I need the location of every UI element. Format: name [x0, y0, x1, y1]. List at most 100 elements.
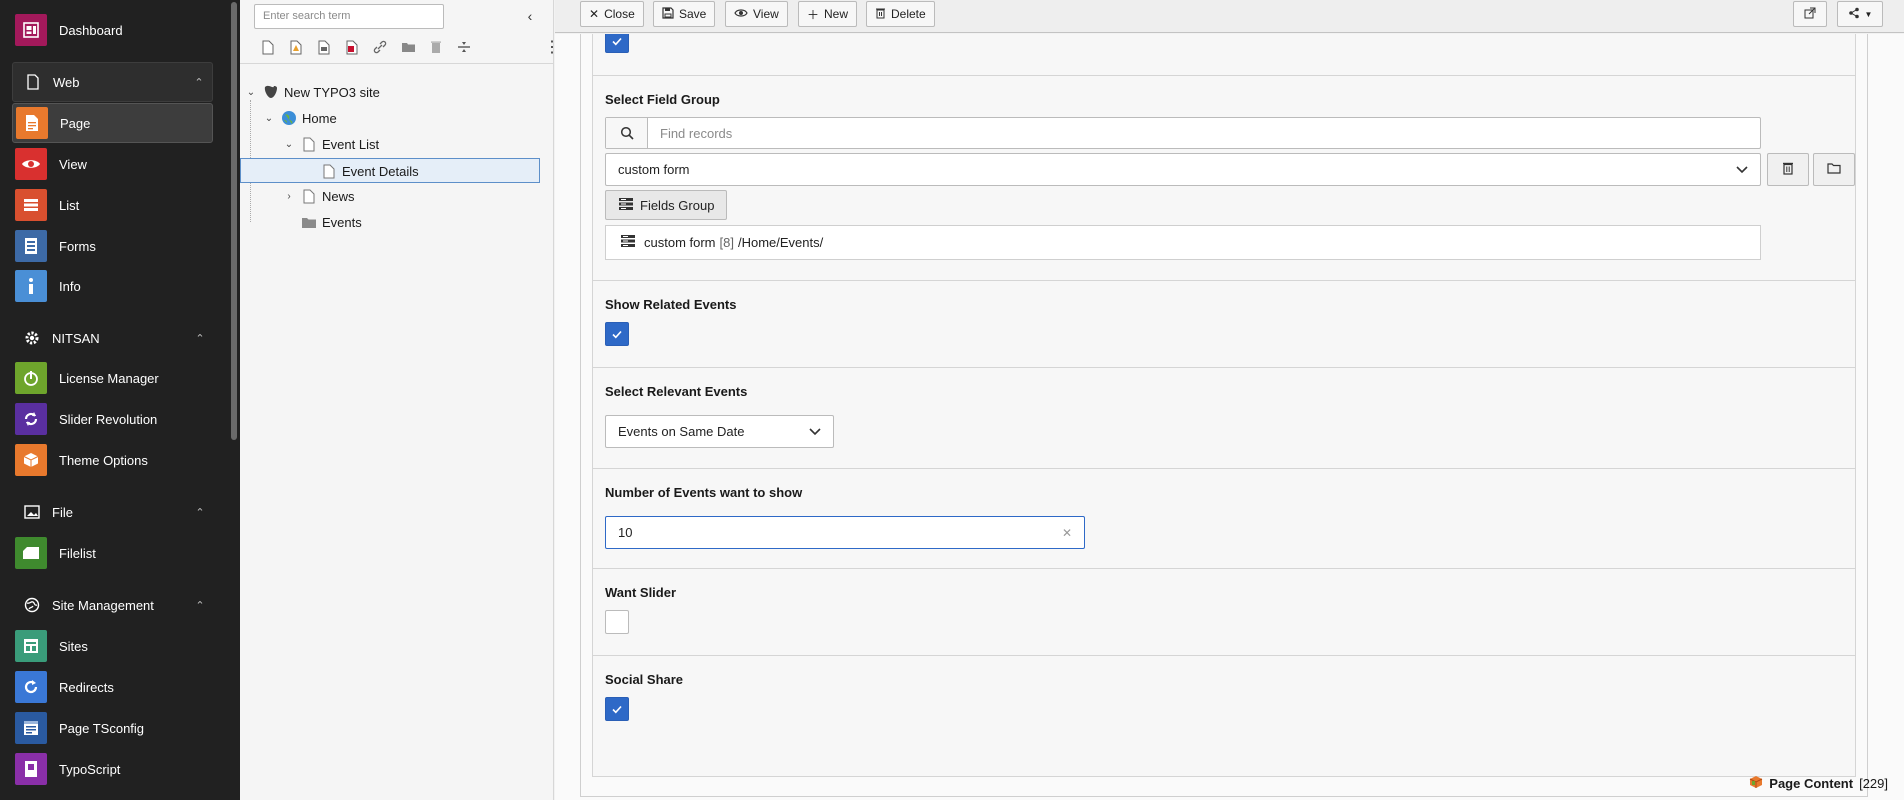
- chevron-down-icon: [1736, 162, 1748, 177]
- want-slider-checkbox[interactable]: [605, 610, 629, 634]
- want-slider-label: Want Slider: [605, 585, 677, 600]
- module-dashboard-label: Dashboard: [59, 22, 123, 38]
- fields-group-button-label: Fields Group: [640, 197, 715, 213]
- new-link-page-icon[interactable]: [338, 36, 366, 58]
- tree-node-event-list[interactable]: ⌄ Event List: [282, 133, 379, 155]
- module-slider-revolution[interactable]: Slider Revolution: [12, 399, 213, 439]
- tree-node-event-details[interactable]: Event Details: [316, 160, 419, 182]
- collapse-tree-icon[interactable]: ‹: [522, 8, 538, 24]
- module-group-web[interactable]: Web ⌃: [12, 62, 213, 102]
- module-info[interactable]: Info: [12, 266, 213, 306]
- find-records-field[interactable]: Find records: [605, 117, 1761, 149]
- tree-search-input[interactable]: Enter search term: [254, 4, 444, 29]
- chevron-down-icon[interactable]: ⌄: [244, 87, 258, 98]
- module-license-manager[interactable]: License Manager: [12, 358, 213, 398]
- tree-toolbar: ⋮: [254, 36, 560, 58]
- checkbox-checked[interactable]: [605, 34, 629, 53]
- module-menu-scrollbar[interactable]: [231, 2, 237, 440]
- module-license-manager-label: License Manager: [59, 370, 159, 386]
- fields-group-icon: [618, 197, 634, 214]
- clear-icon[interactable]: ✕: [1062, 526, 1072, 540]
- box-icon: [15, 444, 47, 476]
- tree-divider: [240, 63, 554, 64]
- page-icon: [300, 187, 318, 205]
- sites-icon: [15, 630, 47, 662]
- module-group-file[interactable]: File ⌃: [12, 492, 213, 532]
- tree-node-news[interactable]: › News: [282, 185, 355, 207]
- delete-button[interactable]: Delete: [866, 1, 935, 27]
- module-group-nitsan[interactable]: NITSAN ⌃: [12, 318, 213, 358]
- module-view[interactable]: View: [12, 144, 213, 184]
- module-redirects-label: Redirects: [59, 679, 114, 695]
- module-group-nitsan-label: NITSAN: [52, 330, 100, 346]
- page-tree-panel: Enter search term ‹ ⋮ ⌄ New TYPO3 site ⌄…: [240, 0, 560, 800]
- trash-icon[interactable]: [422, 36, 450, 58]
- gear-icon: [12, 330, 52, 346]
- tree-node-label: News: [322, 188, 355, 204]
- fields-group-button[interactable]: Fields Group: [605, 190, 728, 220]
- link-icon[interactable]: [366, 36, 394, 58]
- module-forms-label: Forms: [59, 238, 96, 254]
- social-share-section: [593, 655, 1855, 743]
- redirect-icon: [15, 671, 47, 703]
- tree-node-root[interactable]: ⌄ New TYPO3 site: [244, 81, 380, 103]
- view-button-label: View: [753, 7, 779, 21]
- delete-selection-button[interactable]: [1767, 153, 1809, 186]
- module-page-tsconfig[interactable]: Page TSconfig: [12, 708, 213, 748]
- show-related-label: Show Related Events: [605, 297, 737, 312]
- module-dashboard[interactable]: Dashboard: [12, 10, 213, 50]
- new-button[interactable]: ＋ New: [798, 1, 858, 27]
- social-share-label: Social Share: [605, 672, 684, 687]
- globe-icon: [12, 597, 52, 613]
- check-icon: [612, 330, 622, 339]
- tree-node-label: Event List: [322, 136, 380, 152]
- module-list[interactable]: List: [12, 185, 213, 225]
- filelist-icon: [15, 537, 47, 569]
- chevron-down-icon[interactable]: ⌄: [262, 113, 276, 124]
- module-page[interactable]: Page: [12, 103, 213, 143]
- chevron-up-icon: ⌃: [195, 506, 205, 519]
- view-button[interactable]: View: [725, 1, 788, 27]
- page-module-icon: [16, 107, 48, 139]
- new-mountpoint-icon[interactable]: [310, 36, 338, 58]
- show-related-checkbox[interactable]: [605, 322, 629, 346]
- record-path: /Home/Events/: [737, 235, 824, 250]
- web-group-icon: [13, 74, 53, 90]
- browse-records-button[interactable]: [1813, 153, 1855, 186]
- new-shortcut-icon[interactable]: [282, 36, 310, 58]
- field-group-select[interactable]: custom form: [605, 153, 1761, 186]
- module-filelist[interactable]: Filelist: [12, 533, 213, 573]
- social-share-checkbox[interactable]: [605, 697, 629, 721]
- number-events-input[interactable]: 10 ✕: [605, 516, 1085, 549]
- footer-count: [229]: [1859, 776, 1888, 791]
- relevant-events-label: Select Relevant Events: [605, 384, 748, 399]
- save-button[interactable]: Save: [653, 1, 716, 27]
- module-theme-options-label: Theme Options: [59, 452, 148, 468]
- relevant-events-select-value: Events on Same Date: [618, 424, 745, 439]
- share-icon: [1848, 7, 1860, 22]
- divider-icon[interactable]: [450, 36, 478, 58]
- open-new-window-button[interactable]: [1793, 1, 1827, 27]
- find-records-input[interactable]: Find records: [648, 118, 1760, 148]
- close-button[interactable]: ✕ Close: [580, 1, 644, 27]
- selected-record-item[interactable]: custom form [8] /Home/Events/: [605, 225, 1761, 260]
- new-folder-icon[interactable]: [394, 36, 422, 58]
- share-dropdown-button[interactable]: ▼: [1837, 1, 1883, 27]
- tree-node-events[interactable]: Events: [296, 211, 362, 233]
- module-group-site-management[interactable]: Site Management ⌃: [12, 585, 213, 625]
- module-typoscript[interactable]: TypoScript: [12, 749, 213, 789]
- module-forms[interactable]: Forms: [12, 226, 213, 266]
- module-redirects[interactable]: Redirects: [12, 667, 213, 707]
- field-group-label: Select Field Group: [605, 92, 720, 107]
- field-group-select-value: custom form: [618, 162, 690, 177]
- module-theme-options[interactable]: Theme Options: [12, 440, 213, 480]
- chevron-right-icon[interactable]: ›: [282, 191, 296, 202]
- trash-icon: [875, 7, 886, 22]
- save-button-label: Save: [679, 7, 707, 21]
- relevant-events-select[interactable]: Events on Same Date: [605, 415, 834, 448]
- module-page-label: Page: [60, 115, 91, 131]
- new-page-icon[interactable]: [254, 36, 282, 58]
- tree-node-home[interactable]: ⌄ Home: [262, 107, 337, 129]
- module-sites[interactable]: Sites: [12, 626, 213, 666]
- chevron-down-icon[interactable]: ⌄: [282, 139, 296, 150]
